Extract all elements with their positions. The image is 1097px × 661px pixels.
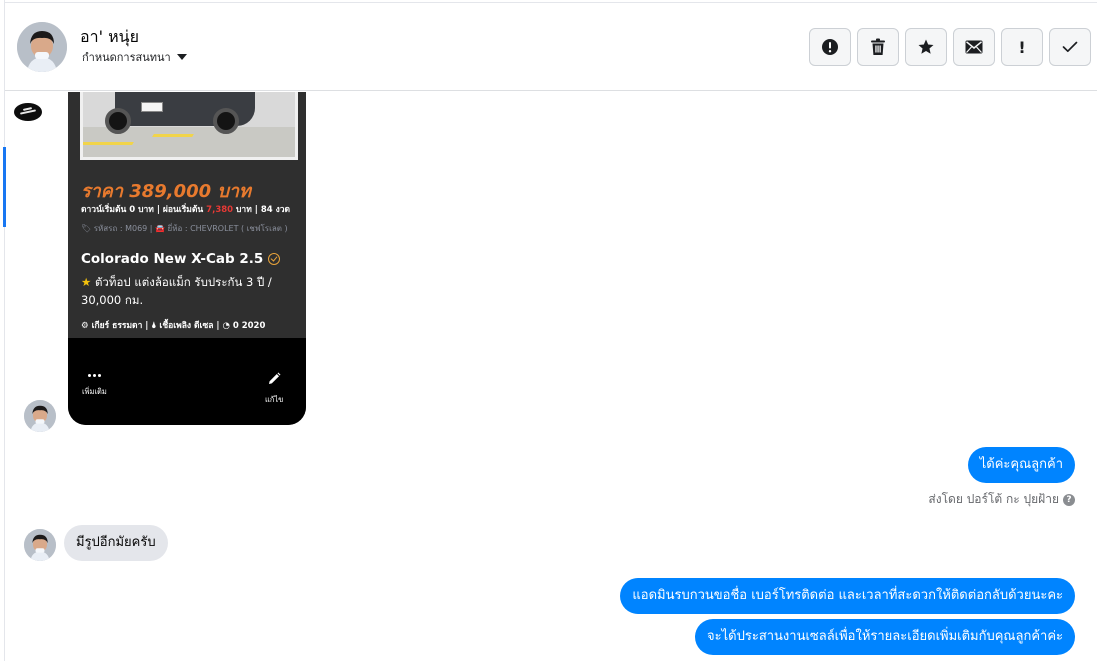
header-actions: ! xyxy=(809,28,1091,66)
car-photo xyxy=(80,92,298,160)
edit-button[interactable]: แก้ไข xyxy=(265,372,283,406)
exclamation-icon: ! xyxy=(1018,37,1026,57)
person-photo-icon xyxy=(24,529,56,561)
envelope-icon xyxy=(965,40,983,54)
message-avatar xyxy=(24,529,56,561)
pencil-icon xyxy=(269,372,281,384)
star-icon: ★ xyxy=(81,275,92,289)
contact-avatar[interactable] xyxy=(17,22,67,72)
checkmark-icon xyxy=(1062,41,1078,53)
message-bubble-outgoing[interactable]: แอดมินรบกวนขอชื่อ เบอร์โทรติดต่อ และเวลา… xyxy=(620,578,1075,614)
mark-spam-button[interactable] xyxy=(809,28,851,66)
card-toolbar: เพิ่มเติม แก้ไข xyxy=(68,338,306,425)
more-dots-icon xyxy=(87,372,101,378)
more-label: เพิ่มเติม xyxy=(82,387,107,396)
page-logo-icon xyxy=(14,103,42,121)
schedule-label: กำหนดการสนทนา xyxy=(82,51,171,64)
car-price: ราคา 389,000 บาท xyxy=(81,181,251,202)
person-photo-icon xyxy=(17,22,67,72)
active-thread-marker xyxy=(3,147,6,227)
mark-unread-button[interactable] xyxy=(953,28,995,66)
message-avatar xyxy=(24,400,56,432)
car-description: ★ ตัวท็อป แต่งล้อแม็ก รับประกัน 3 ปี / 3… xyxy=(81,275,272,307)
conversation-header: อา' หนุ่ย กำหนดการสนทนา ! xyxy=(5,3,1097,91)
message-bubble-outgoing[interactable]: ได้ค่ะคุณลูกค้า xyxy=(967,447,1075,483)
trash-icon xyxy=(871,38,885,55)
alert-circle-icon xyxy=(822,39,838,55)
shared-post-card[interactable]: ราคา 389,000 บาท ดาวน์เริ่มต้น 0 บาท | ผ… xyxy=(68,92,306,425)
car-model: Colorado New X-Cab 2.5 xyxy=(81,251,281,267)
delete-button[interactable] xyxy=(857,28,899,66)
sent-by-label: ส่งโดย ปอร์โต้ กะ ปุยฝ้าย ? xyxy=(928,490,1075,509)
verified-check-icon xyxy=(268,253,281,265)
help-icon[interactable]: ? xyxy=(1063,493,1075,506)
follow-up-button[interactable]: ! xyxy=(1001,28,1043,66)
edit-label: แก้ไข xyxy=(265,395,284,404)
car-specs: ⚙ เกียร์ ธรรมดา | 🌢 เชื้อเพลิง ดีเซล | ◔… xyxy=(81,321,266,331)
message-bubble-incoming[interactable]: มีรูปอีกมัยครับ xyxy=(64,525,168,561)
contact-name: อา' หนุ่ย xyxy=(80,27,139,46)
conversation-schedule-dropdown[interactable]: กำหนดการสนทนา xyxy=(82,48,187,66)
star-icon xyxy=(918,39,934,54)
payment-terms: ดาวน์เริ่มต้น 0 บาท | ผ่อนเริ่มต้น 7,380… xyxy=(81,205,291,215)
person-photo-icon xyxy=(24,400,56,432)
mark-done-button[interactable] xyxy=(1049,28,1091,66)
more-button[interactable]: เพิ่มเติม xyxy=(82,372,107,398)
car-meta: 🏷 รหัสรถ : M069 | 🚘 ยี่ห้อ : CHEVROLET (… xyxy=(81,224,288,233)
message-bubble-outgoing[interactable]: จะได้ประสานงานเซลล์เพื่อให้รายละเอียดเพิ… xyxy=(695,619,1075,655)
left-border xyxy=(4,0,5,661)
star-button[interactable] xyxy=(905,28,947,66)
caret-down-icon xyxy=(176,54,187,60)
